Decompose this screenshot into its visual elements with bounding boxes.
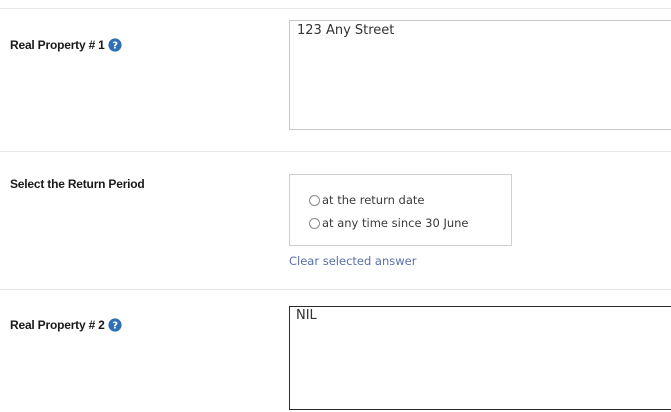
radio-button[interactable] xyxy=(309,194,320,206)
property1-label: Real Property # 1 xyxy=(10,38,105,52)
radio-option-label: at the return date xyxy=(322,193,425,207)
property-form: Real Property # 1 ? 123 Any Street Selec… xyxy=(0,0,671,412)
svg-text:?: ? xyxy=(112,321,118,332)
help-icon[interactable]: ? xyxy=(108,318,122,332)
property2-label: Real Property # 2 xyxy=(10,318,105,332)
radio-option-return-date[interactable]: at the return date xyxy=(309,193,425,207)
top-divider xyxy=(0,8,671,9)
radio-option-since-30-june[interactable]: at any time since 30 June xyxy=(309,216,469,230)
return-period-label-row: Select the Return Period xyxy=(10,177,145,191)
help-icon[interactable]: ? xyxy=(108,38,122,52)
property1-input[interactable]: 123 Any Street xyxy=(289,20,671,130)
property1-label-row: Real Property # 1 ? xyxy=(10,38,122,52)
clear-selected-answer-link[interactable]: Clear selected answer xyxy=(289,254,416,268)
radio-option-label: at any time since 30 June xyxy=(322,216,469,230)
radio-button[interactable] xyxy=(309,217,320,229)
return-period-radio-group: at the return date at any time since 30 … xyxy=(289,174,512,246)
property2-label-row: Real Property # 2 ? xyxy=(10,318,122,332)
svg-text:?: ? xyxy=(112,41,118,52)
property2-input[interactable]: NIL xyxy=(289,306,671,410)
section-divider-1 xyxy=(0,151,671,152)
section-divider-2 xyxy=(0,289,671,290)
return-period-label: Select the Return Period xyxy=(10,177,145,191)
